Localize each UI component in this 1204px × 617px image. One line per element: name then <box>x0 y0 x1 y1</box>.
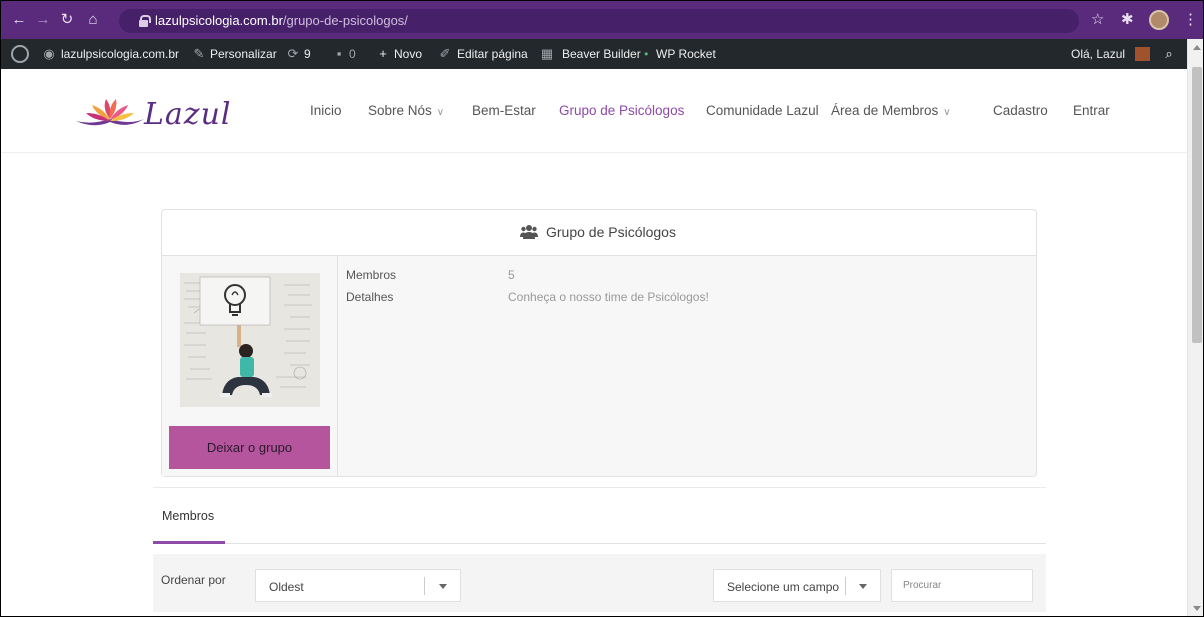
menu-item-label: Sobre Nós <box>368 103 432 118</box>
group-photo-illustration <box>180 273 320 407</box>
extensions-puzzle-icon[interactable]: ✱ <box>1121 10 1134 28</box>
admin-updates-count[interactable]: 9 <box>304 47 311 61</box>
address-url[interactable]: lazulpsicologia.com.br/grupo-de-psicolog… <box>155 13 408 28</box>
menu-item-comunidade-lazul[interactable]: Comunidade Lazul <box>706 103 819 118</box>
admin-site-name[interactable]: lazulpsicologia.com.br <box>61 47 179 61</box>
leave-group-button[interactable]: Deixar o grupo <box>169 426 330 469</box>
home-icon[interactable]: ⌂ <box>83 10 103 30</box>
chevron-down-icon: ∨ <box>943 107 951 118</box>
menu-item-area-de-membros[interactable]: Área de Membros ∨ <box>831 103 951 118</box>
admin-greeting[interactable]: Olá, Lazul <box>1071 47 1125 61</box>
users-group-icon <box>520 225 538 239</box>
menu-item-bem-estar[interactable]: Bem-Estar <box>472 103 536 118</box>
admin-edit-page[interactable]: Editar página <box>457 47 528 61</box>
select-separator <box>424 577 425 595</box>
lock-icon <box>139 15 151 27</box>
group-photo <box>180 273 320 407</box>
profile-avatar[interactable] <box>1149 10 1169 30</box>
admin-wp-rocket[interactable]: WP Rocket <box>656 47 716 61</box>
caret-down-icon <box>859 584 867 589</box>
field-select[interactable]: Selecione um campo <box>713 569 881 602</box>
bookmark-star-icon[interactable]: ☆ <box>1091 10 1104 28</box>
tabs-top-divider <box>153 487 1046 488</box>
scroll-up-arrow-icon[interactable] <box>1193 45 1201 50</box>
plus-icon: + <box>379 46 387 61</box>
menu-item-entrar[interactable]: Entrar <box>1073 103 1110 118</box>
browser-toolbar: ← → ↻ ⌂ lazulpsicologia.com.br/grupo-de-… <box>1 1 1203 39</box>
dashboard-gauge-icon: ◉ <box>43 46 55 61</box>
members-filter-bar: Ordenar por Oldest Selecione um campo <box>153 554 1046 612</box>
address-bar[interactable]: lazulpsicologia.com.br/grupo-de-psicolog… <box>119 9 1079 33</box>
logo-text: Lazul <box>144 97 232 132</box>
more-menu-icon[interactable]: ⋮ <box>1183 10 1198 28</box>
select-separator <box>845 577 846 595</box>
url-path: /grupo-de-psicologos/ <box>282 13 408 28</box>
browser-window: ← → ↻ ⌂ lazulpsicologia.com.br/grupo-de-… <box>0 0 1204 617</box>
group-sidebar: Deixar o grupo <box>162 256 338 476</box>
members-count: 5 <box>508 268 515 282</box>
beaver-builder-label: Beaver Builder <box>562 47 641 61</box>
menu-item-inicio[interactable]: Inicio <box>310 103 342 118</box>
group-title: Grupo de Psicólogos <box>546 224 676 240</box>
forward-arrow-icon[interactable]: → <box>33 10 53 30</box>
menu-item-cadastro[interactable]: Cadastro <box>993 103 1048 118</box>
members-label: Membros <box>346 268 397 282</box>
sort-select[interactable]: Oldest <box>255 569 461 602</box>
group-card-header: Grupo de Psicólogos <box>162 210 1036 256</box>
site-header: Lazul Inicio Sobre Nós ∨ Bem-Estar Grupo … <box>1 69 1187 153</box>
group-card: Grupo de Psicólogos Deixar o grupo Membr… <box>161 209 1037 477</box>
brush-icon: ✎ <box>193 46 205 61</box>
details-value: Conheça o nosso time de Psicólogos! <box>508 290 709 304</box>
admin-comments-count[interactable]: 0 <box>349 47 356 61</box>
sort-selected-value: Oldest <box>269 580 304 594</box>
comment-icon: ▪ <box>336 46 342 61</box>
site-logo[interactable]: Lazul <box>74 95 234 135</box>
page-scrollbar[interactable] <box>1187 39 1203 616</box>
reload-icon[interactable]: ↻ <box>57 10 77 30</box>
chevron-down-icon: ∨ <box>436 107 445 118</box>
url-domain: lazulpsicologia.com.br <box>155 13 283 28</box>
updates-icon: ⟳ <box>287 46 299 61</box>
lotus-flower-icon <box>76 99 144 126</box>
menu-item-sobre-nos[interactable]: Sobre Nós ∨ <box>368 103 444 118</box>
caret-down-icon <box>439 584 447 589</box>
scrollbar-thumb[interactable] <box>1192 67 1202 343</box>
page-builder-icon: ▦ <box>540 46 554 61</box>
pencil-icon: ✐ <box>439 46 451 61</box>
status-dot-icon: • <box>644 47 649 61</box>
admin-new[interactable]: Novo <box>394 47 422 61</box>
user-avatar-thumbnail[interactable] <box>1135 47 1150 61</box>
search-input[interactable] <box>891 569 1033 602</box>
wordpress-logo-icon[interactable] <box>11 45 29 63</box>
details-label: Detalhes <box>346 290 394 304</box>
active-tab-indicator <box>153 541 225 544</box>
menu-item-grupo-de-psicologos[interactable]: Grupo de Psicólogos <box>559 103 684 118</box>
admin-beaver-builder[interactable]: Beaver Builder • <box>562 47 648 61</box>
field-select-value: Selecione um campo <box>727 580 840 594</box>
admin-customize[interactable]: Personalizar <box>210 47 277 61</box>
wp-admin-bar: ◉ lazulpsicologia.com.br ✎ Personalizar … <box>1 39 1203 69</box>
back-arrow-icon[interactable]: ← <box>9 10 29 30</box>
menu-item-label: Área de Membros <box>831 103 939 118</box>
search-icon[interactable]: ⌕ <box>1161 46 1177 62</box>
scroll-down-arrow-icon[interactable] <box>1193 606 1201 611</box>
tab-membros[interactable]: Membros <box>162 509 214 523</box>
sort-label: Ordenar por <box>161 573 226 587</box>
tabs-bottom-divider <box>225 543 1046 544</box>
